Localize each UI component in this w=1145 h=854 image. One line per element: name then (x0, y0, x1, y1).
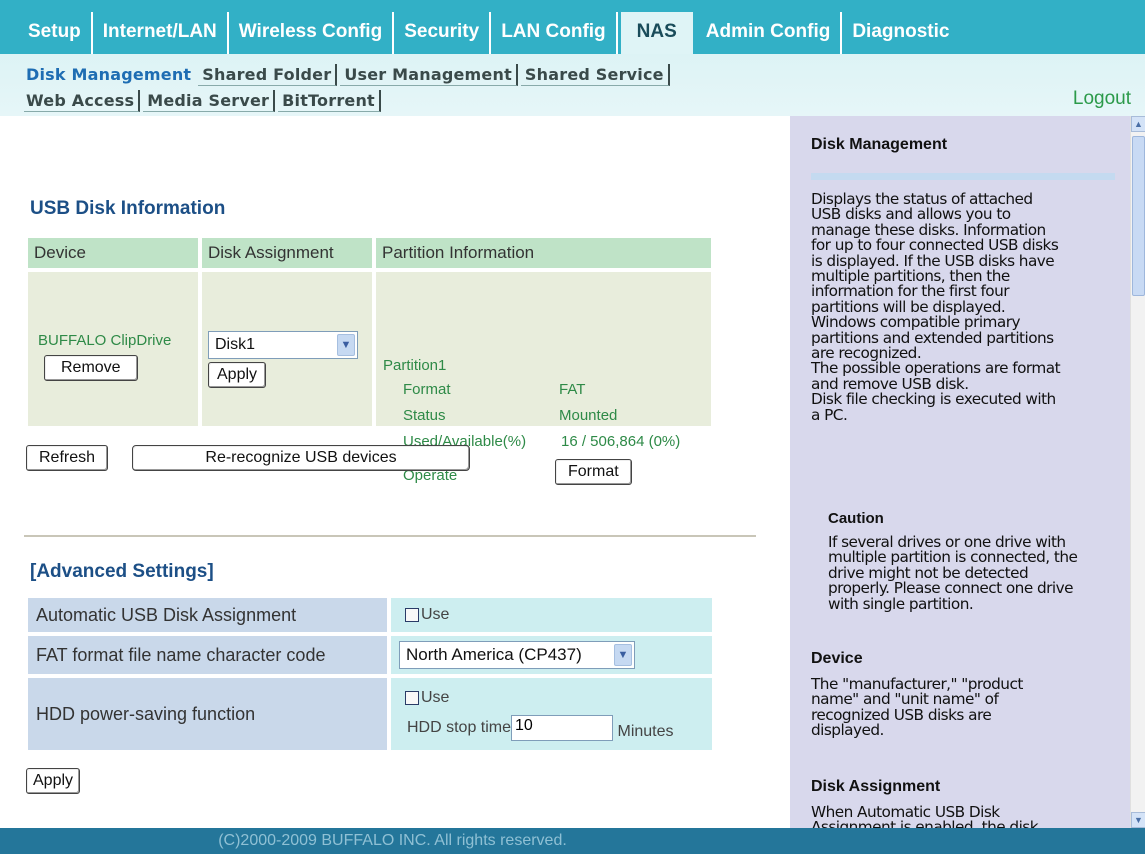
disk-assignment-value: Disk1 (215, 335, 256, 353)
device-name: BUFFALO ClipDrive (38, 331, 172, 349)
auto-assignment-use-label: Use (421, 606, 450, 623)
hdd-stop-time-input[interactable]: 10 (511, 715, 614, 741)
partition-info-header: Partition Information (376, 238, 711, 268)
partition-info-cell: Partition1 Format FAT Status Mounted Use… (376, 272, 711, 485)
device-header: Device (28, 238, 198, 268)
fat-charcode-cell: North America (CP437) ▼ (391, 636, 712, 674)
subtab-web-access[interactable]: Web Access (24, 90, 141, 112)
hdd-power-saving-label: HDD power-saving function (28, 678, 387, 750)
chevron-down-icon: ▼ (337, 333, 355, 356)
main-content: USB Disk Information Device Disk Assignm… (0, 116, 790, 828)
assignment-apply-button[interactable]: Apply (208, 361, 267, 388)
advanced-settings-table: Automatic USB Disk Assignment Use FAT fo… (24, 594, 716, 754)
subtab-user-management[interactable]: User Management (340, 64, 518, 86)
auto-assignment-checkbox[interactable] (405, 607, 419, 622)
hdd-power-saving-cell: Use HDD stop time 10 Minutes (391, 678, 712, 750)
scrollbar-thumb[interactable] (1132, 136, 1145, 296)
logout-link[interactable]: Logout (1073, 88, 1131, 110)
format-button[interactable]: Format (555, 459, 632, 485)
tab-security[interactable]: Security (394, 12, 492, 54)
help-intro-text: Displays the status of attached USB disk… (811, 190, 1061, 424)
help-disk-assignment-title: Disk Assignment (811, 778, 941, 795)
hdd-power-saving-use-label: Use (421, 689, 450, 706)
device-cell: BUFFALO ClipDrive Remove (28, 272, 198, 426)
help-device-text: The "manufacturer," "product name" and "… (811, 675, 1023, 740)
hdd-power-saving-checkbox[interactable] (405, 690, 419, 705)
remove-button[interactable]: Remove (44, 354, 138, 381)
fat-charcode-value: North America (CP437) (406, 645, 582, 664)
hdd-stop-time-label: HDD stop time (407, 719, 512, 737)
sub-nav: Disk Management Shared Folder User Manag… (0, 54, 1145, 116)
usb-disk-table: Device Disk Assignment Partition Informa… (24, 234, 715, 485)
disk-assignment-cell: Disk1 ▼ Apply (202, 272, 372, 426)
chevron-down-icon: ▼ (614, 644, 632, 666)
help-device-title: Device (811, 650, 863, 667)
refresh-button[interactable]: Refresh (26, 445, 109, 471)
scroll-down-icon[interactable]: ▼ (1131, 812, 1145, 828)
tab-internet-lan[interactable]: Internet/LAN (93, 12, 229, 54)
section-divider (24, 535, 756, 537)
usb-disk-info-title: USB Disk Information (30, 198, 226, 219)
disk-assignment-header: Disk Assignment (202, 238, 372, 268)
top-nav: Setup Internet/LAN Wireless Config Secur… (0, 0, 1145, 54)
format-value: FAT (559, 381, 586, 398)
hdd-stop-time-unit: Minutes (617, 723, 674, 740)
rerecognize-usb-button[interactable]: Re-recognize USB devices (132, 445, 470, 471)
status-value: Mounted (559, 407, 618, 424)
footer: (C)2000-2009 BUFFALO INC. All rights res… (0, 828, 1145, 854)
advanced-settings-title: [Advanced Settings] (30, 561, 214, 582)
partition-name: Partition1 (383, 357, 447, 374)
subtab-media-server[interactable]: Media Server (143, 90, 276, 112)
help-scrollbar[interactable]: ▲ ▼ (1130, 116, 1145, 828)
fat-charcode-label: FAT format file name character code (28, 636, 387, 674)
copyright-text: (C)2000-2009 BUFFALO INC. All rights res… (218, 832, 567, 849)
help-title: Disk Management (811, 136, 948, 153)
tab-diagnostic[interactable]: Diagnostic (842, 12, 959, 54)
auto-usb-assignment-label: Automatic USB Disk Assignment (28, 598, 387, 632)
used-available-value: 16 / 506,864 (0%) (561, 433, 681, 450)
tab-admin-config[interactable]: Admin Config (696, 12, 843, 54)
disk-assignment-select[interactable]: Disk1 ▼ (208, 330, 358, 359)
advanced-apply-button[interactable]: Apply (26, 768, 81, 794)
tab-nas[interactable]: NAS (620, 12, 693, 54)
subtab-bittorrent[interactable]: BitTorrent (278, 90, 381, 112)
help-title-bar (811, 173, 1115, 180)
fat-charcode-select[interactable]: North America (CP437) ▼ (399, 641, 635, 669)
subtab-shared-service[interactable]: Shared Service (520, 64, 670, 86)
tab-setup[interactable]: Setup (18, 12, 93, 54)
tab-lan-config[interactable]: LAN Config (491, 12, 618, 54)
format-label: Format (403, 381, 451, 398)
tab-wireless-config[interactable]: Wireless Config (229, 12, 395, 54)
subtab-disk-management[interactable]: Disk Management (24, 64, 195, 86)
help-disk-assignment-text: When Automatic USB Disk Assignment is en… (811, 803, 1039, 828)
help-panel: Disk Management Displays the status of a… (790, 116, 1130, 828)
scroll-up-icon[interactable]: ▲ (1131, 116, 1145, 132)
subtab-shared-folder[interactable]: Shared Folder (198, 64, 338, 86)
status-label: Status (403, 407, 446, 424)
help-caution-text: If several drives or one drive with mult… (828, 533, 1078, 613)
auto-usb-assignment-cell: Use (391, 598, 712, 632)
help-caution-title: Caution (828, 510, 884, 527)
